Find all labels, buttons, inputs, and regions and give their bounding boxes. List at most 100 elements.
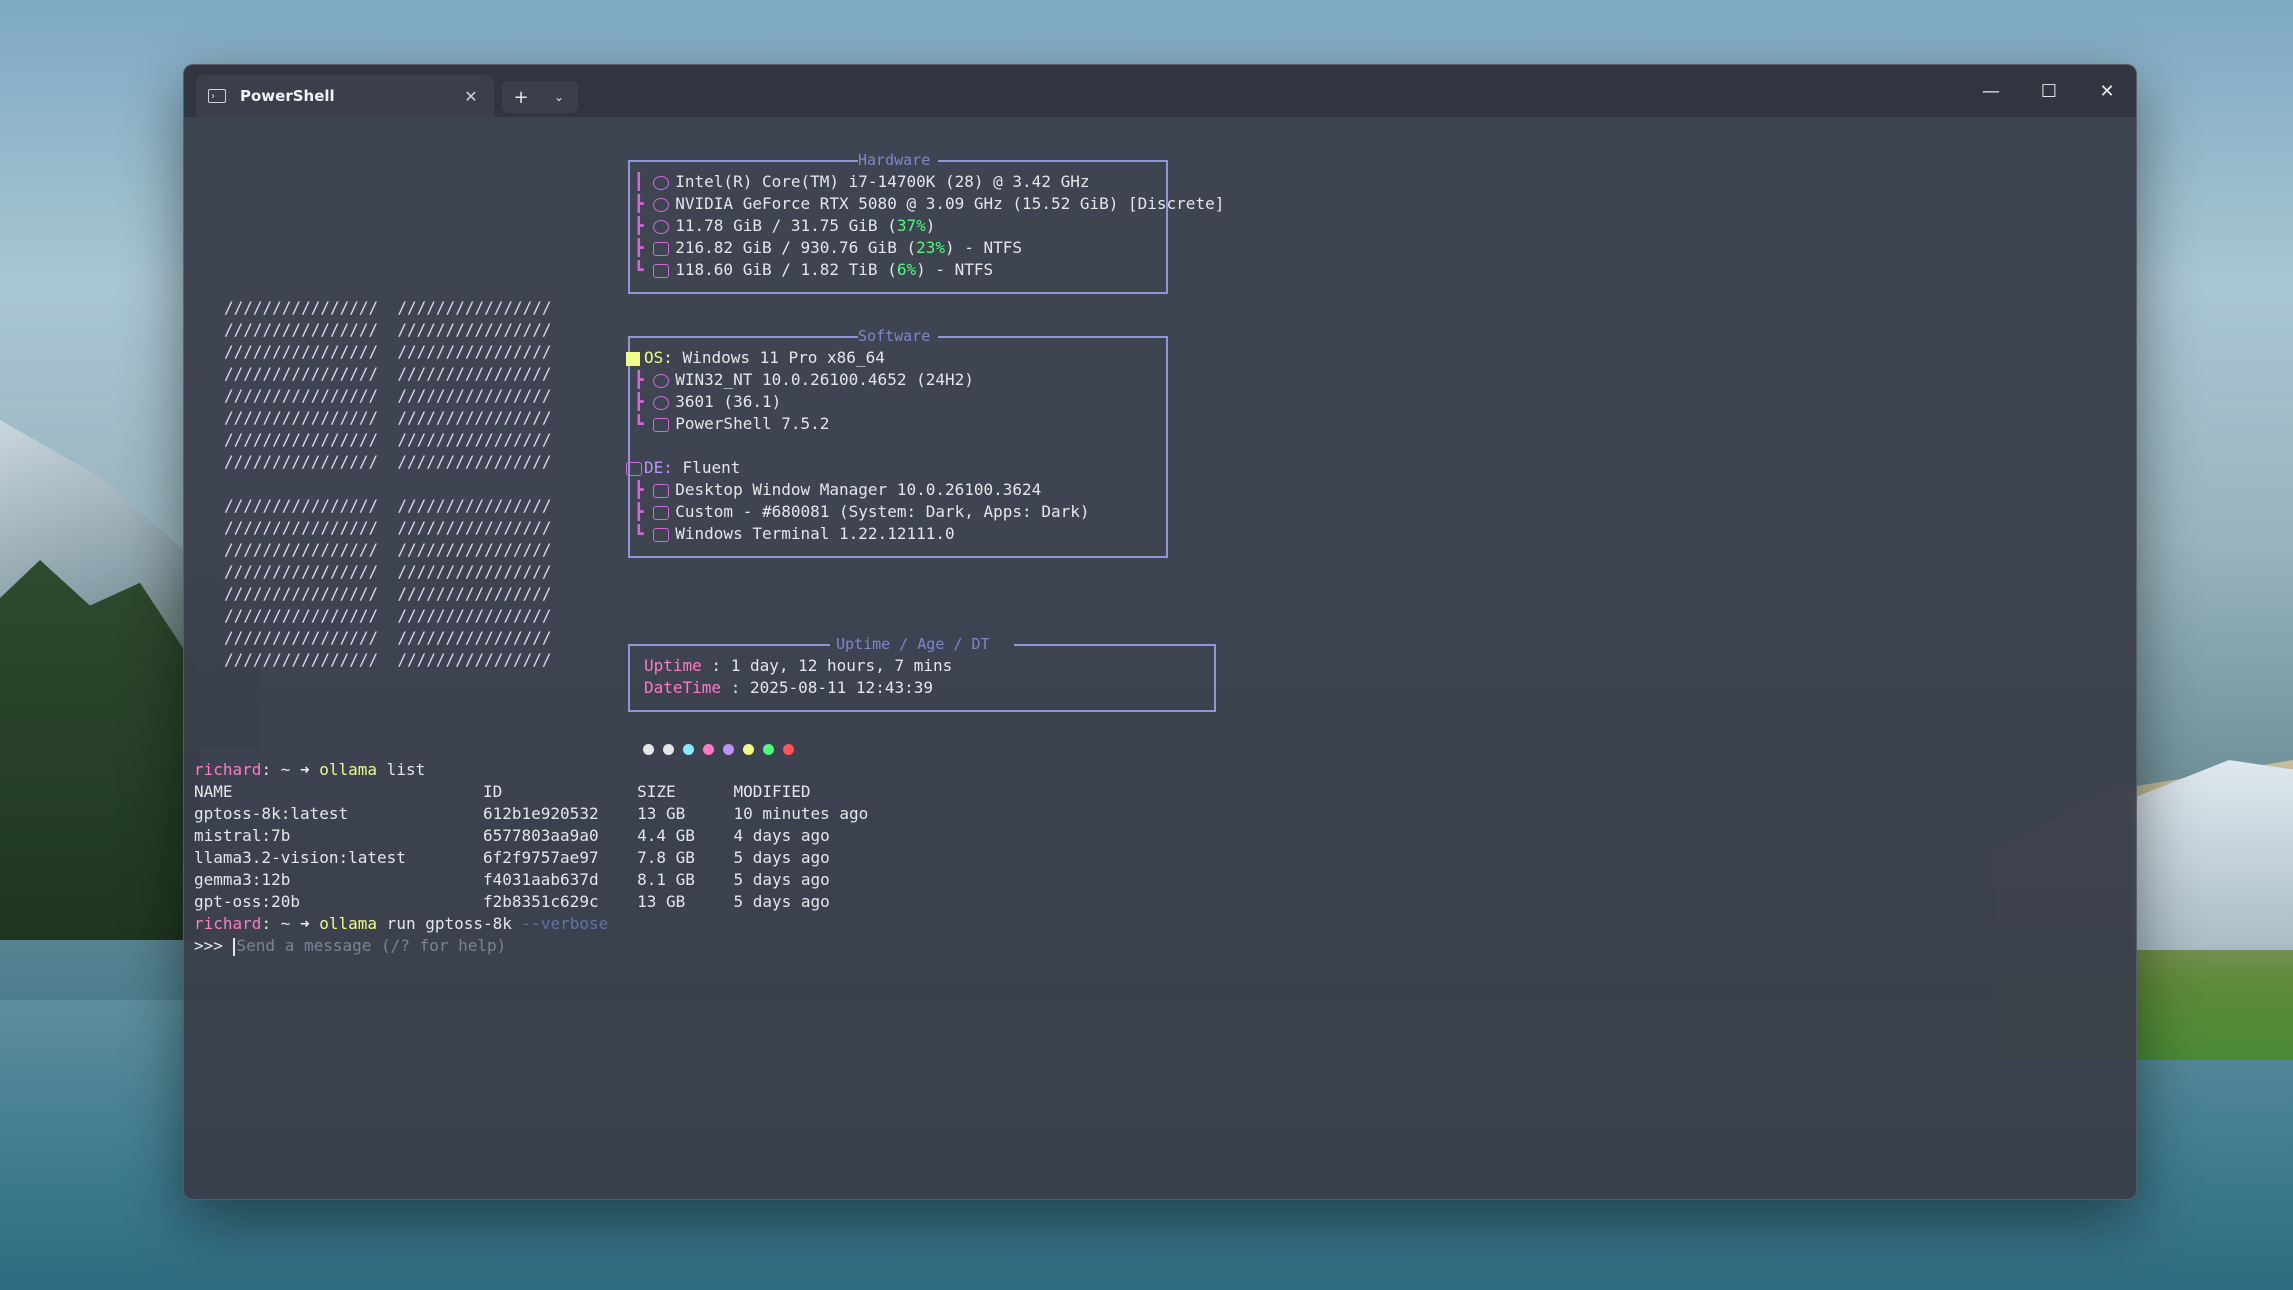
color-dot — [763, 744, 774, 755]
prompt-arrow-icon: ➜ — [299, 760, 310, 779]
tab-powershell[interactable]: › PowerShell ✕ — [196, 75, 494, 117]
powershell-icon: › — [208, 89, 226, 103]
prompt-line-1: richard: ~ ➜ ollama list — [194, 759, 425, 781]
uptime-key: Uptime — [644, 656, 702, 675]
color-dot — [643, 744, 654, 755]
gpu-icon — [653, 197, 670, 212]
window-icon — [653, 483, 670, 498]
disk-icon — [653, 241, 670, 256]
memory-value: 11.78 GiB / 31.75 GiB ( — [675, 216, 897, 235]
theme-icon — [653, 505, 670, 520]
uptime-box: Uptime / Age / DT Uptime : 1 day, 12 hou… — [628, 635, 1216, 712]
terminal-value: Windows Terminal 1.22.12111.0 — [675, 524, 955, 543]
ascii-logo-line: //////////////// //////////////// — [224, 496, 552, 515]
color-dot — [663, 744, 674, 755]
ascii-logo-line: //////////////// //////////////// — [224, 298, 552, 317]
wallpaper-snow — [2133, 760, 2293, 950]
maximize-button[interactable]: ☐ — [2020, 65, 2078, 117]
disk1-value: 216.82 GiB / 930.76 GiB ( — [675, 238, 917, 257]
os-icon — [626, 351, 640, 366]
ascii-logo-line: //////////////// //////////////// — [224, 320, 552, 339]
new-tab-button[interactable]: + — [502, 81, 540, 113]
de-key: DE: — [644, 458, 673, 477]
shell-value: PowerShell 7.5.2 — [675, 414, 830, 433]
ascii-logo-line: //////////////// //////////////// — [224, 584, 552, 603]
title-bar[interactable]: › PowerShell ✕ + ⌄ — ☐ ✕ — [184, 65, 2136, 117]
theme-value: Custom - #680081 (System: Dark, Apps: Da… — [675, 502, 1090, 521]
color-dot — [743, 744, 754, 755]
ascii-logo-line: //////////////// //////////////// — [224, 342, 552, 361]
os-value: Windows 11 Pro x86_64 — [682, 348, 885, 367]
profiles-dropdown-button[interactable]: ⌄ — [540, 81, 578, 113]
table-row: llama3.2-vision:latest 6f2f9757ae97 7.8 … — [194, 848, 830, 867]
table-row: gptoss-8k:latest 612b1e920532 13 GB 10 m… — [194, 804, 869, 823]
cpu-icon — [653, 175, 670, 190]
ascii-logo-line: //////////////// //////////////// — [224, 518, 552, 537]
gear-icon — [653, 395, 670, 410]
disk2-value: 118.60 GiB / 1.82 TiB ( — [675, 260, 897, 279]
gpu-value: NVIDIA GeForce RTX 5080 @ 3.09 GHz (15.5… — [675, 194, 1225, 213]
close-tab-icon[interactable]: ✕ — [458, 83, 484, 109]
chat-input-line[interactable]: >>> Send a message (/? for help) — [194, 935, 506, 957]
minimize-button[interactable]: — — [1962, 65, 2020, 117]
datetime-value: : 2025-08-11 12:43:39 — [721, 678, 933, 697]
new-tab-group: + ⌄ — [502, 81, 578, 113]
window-icon — [626, 461, 642, 476]
table-row: mistral:7b 6577803aa9a0 4.4 GB 4 days ag… — [194, 826, 830, 845]
ascii-logo-line: //////////////// //////////////// — [224, 386, 552, 405]
ascii-logo-line: //////////////// //////////////// — [224, 650, 552, 669]
cpu-value: Intel(R) Core(TM) i7-14700K (28) @ 3.42 … — [675, 172, 1090, 191]
hardware-box: Hardware ┃ Intel(R) Core(TM) i7-14700K (… — [628, 151, 1224, 294]
terminal-content[interactable]: //////////////// //////////////// ///////… — [184, 117, 2136, 1199]
command-args: run gptoss-8k — [377, 914, 522, 933]
packages-value: 3601 (36.1) — [675, 392, 782, 411]
disk2-suffix: ) - NTFS — [916, 260, 994, 279]
memory-percent: 37% — [896, 216, 926, 235]
command-args: list — [377, 760, 426, 779]
ascii-logo-line: //////////////// //////////////// — [224, 452, 552, 471]
command-name: ollama — [319, 914, 378, 933]
datetime-key: DateTime — [644, 678, 722, 697]
disk1-suffix: ) - NTFS — [945, 238, 1023, 257]
ascii-logo-line: //////////////// //////////////// — [224, 606, 552, 625]
wm-value: Desktop Window Manager 10.0.26100.3624 — [675, 480, 1042, 499]
memory-icon — [653, 219, 670, 234]
ascii-logo: //////////////// //////////////// ///////… — [224, 297, 552, 671]
kernel-value: WIN32_NT 10.0.26100.4652 (24H2) — [675, 370, 974, 389]
prompt-user: richard — [194, 760, 262, 779]
color-dot — [703, 744, 714, 755]
table-row: gemma3:12b f4031aab637d 8.1 GB 5 days ag… — [194, 870, 830, 889]
terminal-icon — [653, 527, 670, 542]
command-name: ollama — [319, 760, 378, 779]
message-input[interactable]: Send a message (/? for help) — [237, 936, 507, 955]
ascii-logo-line — [224, 473, 552, 495]
prompt-user: richard — [194, 914, 262, 933]
color-palette — [643, 744, 794, 755]
ascii-logo-line: //////////////// //////////////// — [224, 540, 552, 559]
color-dot — [683, 744, 694, 755]
command-flag: --verbose — [521, 914, 609, 933]
input-prompt: >>> — [194, 936, 233, 955]
de-value: Fluent — [682, 458, 741, 477]
os-key: OS: — [644, 348, 673, 367]
disk1-percent: 23% — [916, 238, 945, 257]
uptime-title: Uptime / Age / DT — [836, 635, 990, 653]
tab-title: PowerShell — [240, 87, 335, 105]
ascii-logo-line: //////////////// //////////////// — [224, 562, 552, 581]
color-dot — [723, 744, 734, 755]
color-dot — [783, 744, 794, 755]
software-box: Software OS: Windows 11 Pro x86_64 ┣ WIN… — [626, 327, 1168, 558]
memory-suffix: ) — [925, 216, 936, 235]
close-window-button[interactable]: ✕ — [2078, 65, 2136, 117]
prompt-arrow-icon: ➜ — [299, 914, 310, 933]
ascii-logo-line: //////////////// //////////////// — [224, 430, 552, 449]
text-cursor — [232, 937, 235, 956]
terminal-window: › PowerShell ✕ + ⌄ — ☐ ✕ ///////////////… — [183, 64, 2137, 1200]
uptime-value: : 1 day, 12 hours, 7 mins — [701, 656, 953, 675]
table-row: gpt-oss:20b f2b8351c629c 13 GB 5 days ag… — [194, 892, 830, 911]
prompt-path: : ~ — [261, 914, 300, 933]
disk2-percent: 6% — [896, 260, 917, 279]
disk-icon — [653, 263, 670, 278]
ascii-logo-line: //////////////// //////////////// — [224, 408, 552, 427]
table-header: NAME ID SIZE MODIFIED — [194, 782, 811, 801]
